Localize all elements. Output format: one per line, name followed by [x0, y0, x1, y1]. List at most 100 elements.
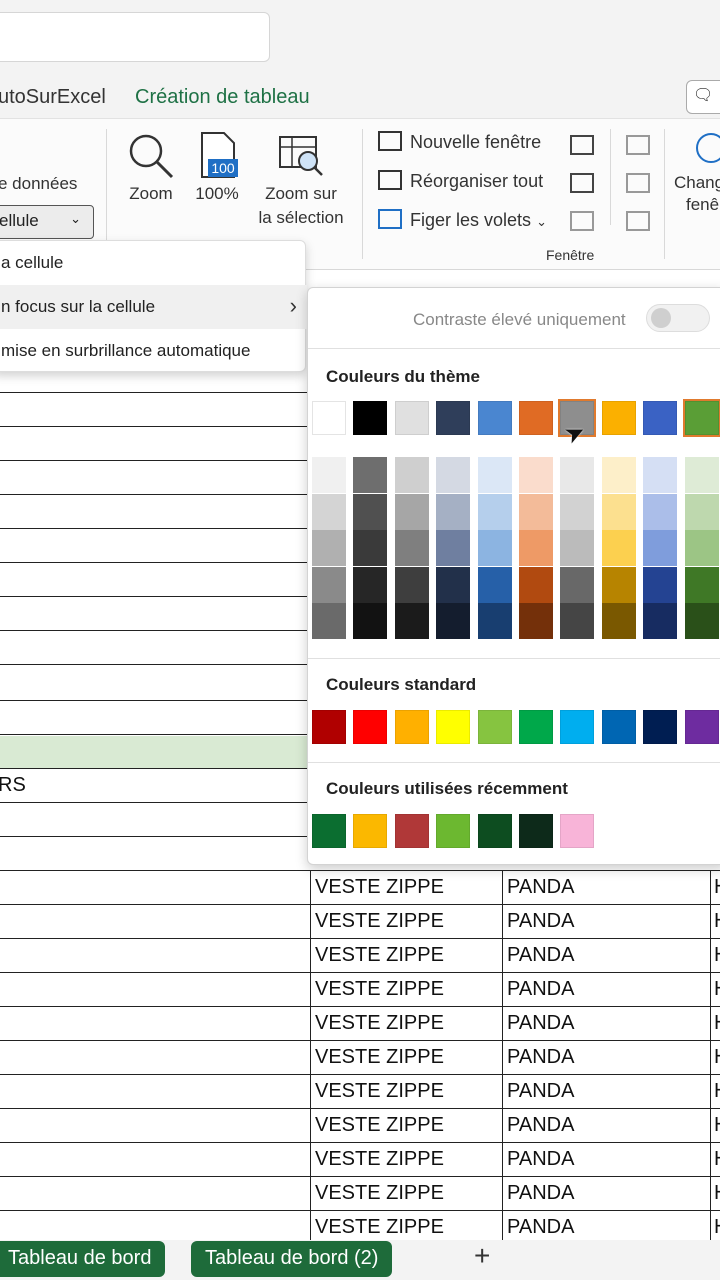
- cell-gender[interactable]: H: [714, 1114, 720, 1137]
- theme-color-swatch[interactable]: [353, 401, 388, 435]
- theme-shade-swatch[interactable]: [519, 493, 553, 530]
- standard-color-swatch[interactable]: [519, 710, 553, 744]
- high-contrast-toggle[interactable]: [646, 304, 710, 332]
- cell-brand[interactable]: PANDA: [507, 1148, 574, 1171]
- zoom-button[interactable]: Zoom: [124, 131, 178, 204]
- cell-article[interactable]: VESTE ZIPPE: [315, 1114, 444, 1137]
- cell-rs[interactable]: RS: [0, 774, 26, 797]
- theme-shade-swatch[interactable]: [477, 493, 512, 530]
- arrange-all-button[interactable]: Réorganiser tout: [378, 170, 543, 200]
- search-box[interactable]: [0, 12, 270, 62]
- theme-shade-swatch[interactable]: [312, 530, 346, 566]
- theme-shade-swatch[interactable]: [394, 493, 429, 530]
- theme-shade-swatch[interactable]: [601, 457, 636, 493]
- theme-shade-swatch[interactable]: [394, 566, 429, 603]
- theme-shade-swatch[interactable]: [684, 603, 719, 639]
- theme-shade-swatch[interactable]: [394, 603, 429, 639]
- hide-icon[interactable]: [570, 173, 594, 193]
- theme-shade-swatch[interactable]: [643, 457, 678, 493]
- theme-shade-swatch[interactable]: [312, 603, 346, 639]
- theme-shade-swatch[interactable]: [519, 566, 553, 603]
- zoom-selection-button[interactable]: Zoom sur la sélection: [252, 131, 350, 228]
- theme-shade-swatch[interactable]: [560, 493, 595, 530]
- sync-scroll-icon[interactable]: [626, 173, 650, 193]
- switch-windows-button[interactable]: Chang fenê: [674, 133, 720, 215]
- theme-shade-swatch[interactable]: [436, 457, 471, 493]
- cell-brand[interactable]: PANDA: [507, 944, 574, 967]
- theme-shade-swatch[interactable]: [601, 566, 636, 603]
- theme-shade-swatch[interactable]: [353, 603, 388, 639]
- side-by-side-icon[interactable]: [626, 135, 650, 155]
- sheet-tab-tableau-de-bord-2[interactable]: Tableau de bord (2): [191, 1241, 393, 1277]
- recent-color-swatch[interactable]: [519, 814, 553, 848]
- theme-shade-swatch[interactable]: [436, 603, 471, 639]
- cell-article[interactable]: VESTE ZIPPE: [315, 1046, 444, 1069]
- standard-color-swatch[interactable]: [643, 710, 678, 744]
- recent-color-swatch[interactable]: [560, 814, 595, 848]
- cell-brand[interactable]: PANDA: [507, 978, 574, 1001]
- standard-color-swatch[interactable]: [477, 710, 512, 744]
- cell-gender[interactable]: H: [714, 944, 720, 967]
- standard-color-swatch[interactable]: [312, 710, 346, 744]
- cell-brand[interactable]: PANDA: [507, 1012, 574, 1035]
- theme-color-swatch[interactable]: [436, 401, 471, 435]
- cell-gender[interactable]: H: [714, 910, 720, 933]
- cellule-dropdown[interactable]: ellule ⌄: [0, 205, 94, 239]
- theme-shade-swatch[interactable]: [684, 566, 719, 603]
- standard-color-swatch[interactable]: [684, 710, 719, 744]
- cell-gender[interactable]: H: [714, 876, 720, 899]
- cell-gender[interactable]: H: [714, 1182, 720, 1205]
- cell-brand[interactable]: PANDA: [507, 876, 574, 899]
- theme-shade-swatch[interactable]: [601, 530, 636, 566]
- theme-shade-swatch[interactable]: [519, 530, 553, 566]
- theme-shade-swatch[interactable]: [312, 457, 346, 493]
- new-window-button[interactable]: Nouvelle fenêtre: [378, 131, 541, 161]
- theme-color-swatch[interactable]: [519, 401, 553, 435]
- cell-article[interactable]: VESTE ZIPPE: [315, 910, 444, 933]
- recent-color-swatch[interactable]: [312, 814, 346, 848]
- standard-color-swatch[interactable]: [353, 710, 388, 744]
- cell-gender[interactable]: H: [714, 1012, 720, 1035]
- cell-gender[interactable]: H: [714, 1046, 720, 1069]
- theme-shade-swatch[interactable]: [684, 530, 719, 566]
- unhide-icon[interactable]: [570, 211, 594, 231]
- sheet-tab-tableau-de-bord[interactable]: Tableau de bord: [0, 1241, 166, 1277]
- cell-article[interactable]: VESTE ZIPPE: [315, 1216, 444, 1239]
- theme-color-swatch[interactable]: [682, 399, 720, 437]
- theme-shade-swatch[interactable]: [312, 566, 346, 603]
- menu-item-cell[interactable]: a cellule: [0, 241, 307, 285]
- theme-color-swatch[interactable]: [477, 401, 512, 435]
- standard-color-swatch[interactable]: [601, 710, 636, 744]
- theme-shade-swatch[interactable]: [436, 493, 471, 530]
- theme-shade-swatch[interactable]: [684, 457, 719, 493]
- theme-shade-swatch[interactable]: [643, 566, 678, 603]
- cell-article[interactable]: VESTE ZIPPE: [315, 944, 444, 967]
- standard-color-swatch[interactable]: [394, 710, 429, 744]
- reset-position-icon[interactable]: [626, 211, 650, 231]
- cell-article[interactable]: VESTE ZIPPE: [315, 978, 444, 1001]
- freeze-panes-button[interactable]: Figer les volets ⌄: [378, 209, 547, 239]
- recent-color-swatch[interactable]: [394, 814, 429, 848]
- theme-shade-swatch[interactable]: [684, 493, 719, 530]
- cell-brand[interactable]: PANDA: [507, 1080, 574, 1103]
- theme-color-swatch[interactable]: [312, 401, 346, 435]
- cell-article[interactable]: VESTE ZIPPE: [315, 1182, 444, 1205]
- split-icon[interactable]: [570, 135, 594, 155]
- cell-article[interactable]: VESTE ZIPPE: [315, 1148, 444, 1171]
- theme-shade-swatch[interactable]: [436, 530, 471, 566]
- cell-gender[interactable]: H: [714, 1216, 720, 1239]
- theme-shade-swatch[interactable]: [560, 457, 595, 493]
- cell-brand[interactable]: PANDA: [507, 1182, 574, 1205]
- cell-brand[interactable]: PANDA: [507, 1216, 574, 1239]
- theme-shade-swatch[interactable]: [353, 530, 388, 566]
- standard-color-swatch[interactable]: [560, 710, 595, 744]
- zoom-100-button[interactable]: 100 100%: [192, 131, 242, 204]
- theme-shade-swatch[interactable]: [643, 603, 678, 639]
- theme-shade-swatch[interactable]: [560, 530, 595, 566]
- cell-article[interactable]: VESTE ZIPPE: [315, 1012, 444, 1035]
- tab-creation-de-tableau[interactable]: Création de tableau: [135, 86, 310, 109]
- standard-color-swatch[interactable]: [436, 710, 471, 744]
- theme-shade-swatch[interactable]: [477, 566, 512, 603]
- theme-color-swatch[interactable]: [601, 401, 636, 435]
- theme-shade-swatch[interactable]: [312, 493, 346, 530]
